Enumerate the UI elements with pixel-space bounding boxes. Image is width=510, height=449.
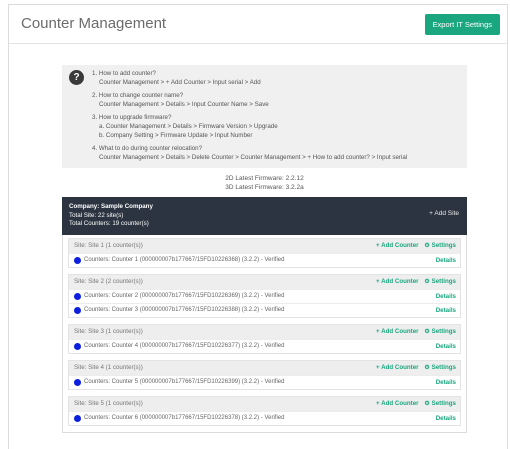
firmware-info: 2D Latest Firmware: 2.2.12 3D Latest Fir…	[62, 174, 467, 192]
site-header: Site: Site 3 (1 counter(s)) + Add Counte…	[69, 325, 460, 339]
site-list: Site: Site 1 (1 counter(s)) + Add Counte…	[62, 235, 467, 433]
site-settings-button[interactable]: ⚙ Settings	[424, 364, 456, 371]
site-header: Site: Site 5 (1 counter(s)) + Add Counte…	[69, 397, 460, 411]
faq-item: 4. What to do during counter relocation?…	[92, 144, 459, 162]
faq-answer: Counter Management > + Add Counter > Inp…	[99, 79, 261, 86]
site-actions: + Add Counter ⚙ Settings	[372, 361, 456, 375]
site-header: Site: Site 2 (2 counter(s)) + Add Counte…	[69, 275, 460, 289]
faq-question: 4. What to do during counter relocation?	[92, 145, 203, 152]
add-counter-button[interactable]: + Add Counter	[376, 364, 419, 371]
status-dot-icon	[74, 257, 81, 264]
status-dot-icon	[74, 343, 81, 350]
faq-panel: ? 1. How to add counter? Counter Managem…	[62, 65, 467, 168]
site-card: Site: Site 1 (1 counter(s)) + Add Counte…	[68, 238, 461, 268]
site-actions: + Add Counter ⚙ Settings	[372, 325, 456, 339]
add-counter-button[interactable]: + Add Counter	[376, 278, 419, 285]
faq-answer: a. Counter Management > Details > Firmwa…	[99, 123, 278, 130]
counter-details-link[interactable]: Details	[436, 290, 456, 303]
site-card: Site: Site 2 (2 counter(s)) + Add Counte…	[68, 274, 461, 318]
site-actions: + Add Counter ⚙ Settings	[372, 397, 456, 411]
site-settings-button[interactable]: ⚙ Settings	[424, 278, 456, 285]
counter-label: Counters: Counter 1 (000000007b177667/15…	[84, 257, 285, 263]
company-name: Company: Sample Company	[69, 203, 153, 210]
company-total-counters: Total Counters: 19 counter(s)	[69, 220, 149, 227]
app-window: Counter Management Export IT Settings ? …	[8, 4, 508, 449]
counter-row: Counters: Counter 6 (000000007b177667/15…	[69, 411, 460, 425]
faq-question: 3. How to upgrade firmware?	[92, 114, 172, 121]
status-dot-icon	[74, 307, 81, 314]
counter-row: Counters: Counter 2 (000000007b177667/15…	[69, 289, 460, 303]
counter-label: Counters: Counter 3 (000000007b177667/15…	[84, 307, 285, 313]
site-label: Site: Site 1 (1 counter(s))	[74, 242, 143, 249]
export-it-settings-button[interactable]: Export IT Settings	[424, 14, 500, 35]
counter-details-link[interactable]: Details	[436, 412, 456, 425]
counter-label: Counters: Counter 2 (000000007b177667/15…	[84, 293, 285, 299]
faq-question: 2. How to change counter name?	[92, 92, 184, 99]
faq-list: 1. How to add counter? Counter Managemen…	[92, 69, 459, 162]
counter-row: Counters: Counter 1 (000000007b177667/15…	[69, 253, 460, 267]
main-content: ? 1. How to add counter? Counter Managem…	[62, 65, 467, 433]
faq-question: 1. How to add counter?	[92, 70, 156, 77]
site-card: Site: Site 3 (1 counter(s)) + Add Counte…	[68, 324, 461, 354]
site-settings-button[interactable]: ⚙ Settings	[424, 328, 456, 335]
faq-answer: Counter Management > Details > Delete Co…	[99, 154, 408, 161]
firmware-2d: 2D Latest Firmware: 2.2.12	[225, 175, 304, 182]
site-label: Site: Site 4 (1 counter(s))	[74, 364, 143, 371]
faq-item: 3. How to upgrade firmware? a. Counter M…	[92, 113, 459, 140]
site-settings-button[interactable]: ⚙ Settings	[424, 242, 456, 249]
site-label: Site: Site 3 (1 counter(s))	[74, 328, 143, 335]
site-label: Site: Site 5 (1 counter(s))	[74, 400, 143, 407]
site-header: Site: Site 4 (1 counter(s)) + Add Counte…	[69, 361, 460, 375]
page-header: Counter Management Export IT Settings	[9, 5, 507, 44]
counter-details-link[interactable]: Details	[436, 376, 456, 389]
counter-details-link[interactable]: Details	[436, 254, 456, 267]
add-site-button[interactable]: + Add Site	[429, 210, 459, 219]
page-title: Counter Management	[21, 15, 167, 32]
site-header: Site: Site 1 (1 counter(s)) + Add Counte…	[69, 239, 460, 253]
status-dot-icon	[74, 293, 81, 300]
site-label: Site: Site 2 (2 counter(s))	[74, 278, 143, 285]
counter-details-link[interactable]: Details	[436, 304, 456, 317]
status-dot-icon	[74, 379, 81, 386]
counter-label: Counters: Counter 5 (000000007b177667/15…	[84, 379, 285, 385]
add-counter-button[interactable]: + Add Counter	[376, 328, 419, 335]
site-card: Site: Site 4 (1 counter(s)) + Add Counte…	[68, 360, 461, 390]
question-icon: ?	[69, 70, 84, 85]
site-settings-button[interactable]: ⚙ Settings	[424, 400, 456, 407]
faq-item: 1. How to add counter? Counter Managemen…	[92, 69, 459, 87]
counter-row: Counters: Counter 5 (000000007b177667/15…	[69, 375, 460, 389]
firmware-3d: 3D Latest Firmware: 3.2.2a	[225, 184, 304, 191]
faq-answer: Counter Management > Details > Input Cou…	[99, 101, 269, 108]
site-actions: + Add Counter ⚙ Settings	[372, 275, 456, 289]
counter-label: Counters: Counter 6 (000000007b177667/15…	[84, 415, 285, 421]
counter-row: Counters: Counter 4 (000000007b177667/15…	[69, 339, 460, 353]
faq-item: 2. How to change counter name? Counter M…	[92, 91, 459, 109]
company-header: Company: Sample Company Total Site: 22 s…	[62, 197, 467, 235]
site-card: Site: Site 5 (1 counter(s)) + Add Counte…	[68, 396, 461, 426]
add-counter-button[interactable]: + Add Counter	[376, 242, 419, 249]
status-dot-icon	[74, 415, 81, 422]
add-counter-button[interactable]: + Add Counter	[376, 400, 419, 407]
company-total-site: Total Site: 22 site(s)	[69, 211, 124, 219]
counter-label: Counters: Counter 4 (000000007b177667/15…	[84, 343, 285, 349]
counter-details-link[interactable]: Details	[436, 340, 456, 353]
site-actions: + Add Counter ⚙ Settings	[372, 239, 456, 253]
counter-row: Counters: Counter 3 (000000007b177667/15…	[69, 303, 460, 317]
faq-answer: b. Company Setting > Firmware Update > I…	[99, 132, 253, 139]
